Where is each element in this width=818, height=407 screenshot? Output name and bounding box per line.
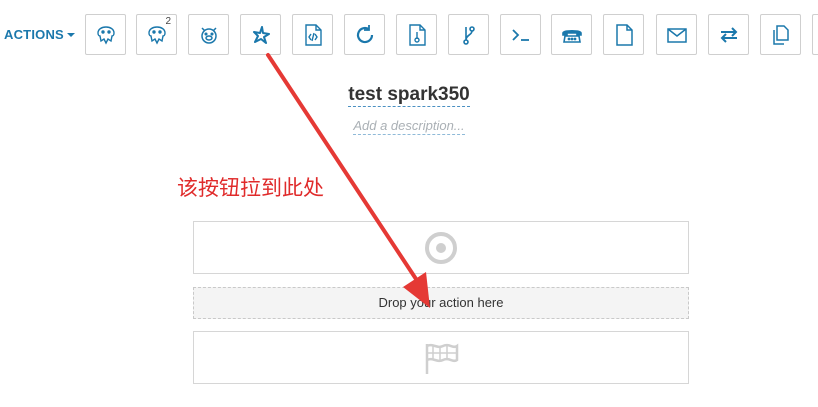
actions-label: ACTIONS — [4, 27, 64, 42]
copy-action-button[interactable] — [760, 14, 801, 55]
distcp-action-button[interactable] — [448, 14, 489, 55]
hive-action-button[interactable] — [85, 14, 126, 55]
fs-action-button[interactable] — [603, 14, 644, 55]
java-file-icon — [304, 23, 322, 46]
script-file-icon — [408, 23, 426, 46]
actions-dropdown[interactable]: ACTIONS — [4, 27, 75, 42]
hive2-action-button[interactable]: 2 — [136, 14, 177, 55]
end-node[interactable] — [193, 331, 689, 384]
hive2-badge: 2 — [165, 16, 171, 27]
script-action-button[interactable] — [396, 14, 437, 55]
annotation-text: 该按钮拉到此处 — [177, 176, 324, 200]
drop-zone-text: Drop your action here — [378, 295, 504, 310]
shell-action-button[interactable] — [500, 14, 541, 55]
sqoop-action-button[interactable] — [708, 14, 749, 55]
shell-icon — [511, 28, 529, 41]
workflow-description[interactable]: Add a description... — [353, 118, 465, 135]
target-icon — [425, 231, 457, 264]
finish-flag-icon — [425, 343, 459, 374]
ssh-action-button[interactable] — [551, 14, 592, 55]
caret-down-icon — [66, 32, 75, 37]
action-toolbar: ACTIONS 2 — [0, 0, 818, 72]
drop-zone[interactable]: Drop your action here — [193, 287, 689, 319]
workflow-title[interactable]: test spark350 — [348, 84, 470, 107]
email-action-button[interactable] — [656, 14, 697, 55]
pig-icon — [200, 26, 217, 44]
pig-action-button[interactable] — [188, 14, 229, 55]
java-action-button[interactable] — [292, 14, 333, 55]
git-branch-icon — [462, 25, 475, 45]
spark-icon — [252, 25, 270, 44]
email-icon — [666, 27, 687, 43]
copy-icon — [772, 24, 789, 45]
workflow-title-row: test spark350 — [0, 84, 818, 107]
transfer-icon — [720, 26, 737, 43]
sync-icon — [356, 24, 373, 43]
document-icon — [615, 23, 633, 46]
more-action-button[interactable] — [812, 14, 818, 55]
spark-action-button[interactable] — [240, 14, 281, 55]
workflow-description-row: Add a description... — [0, 117, 818, 135]
start-node[interactable] — [193, 221, 689, 274]
hive-icon — [96, 25, 115, 45]
ssh-phone-icon — [561, 29, 582, 43]
subworkflow-action-button[interactable] — [344, 14, 385, 55]
